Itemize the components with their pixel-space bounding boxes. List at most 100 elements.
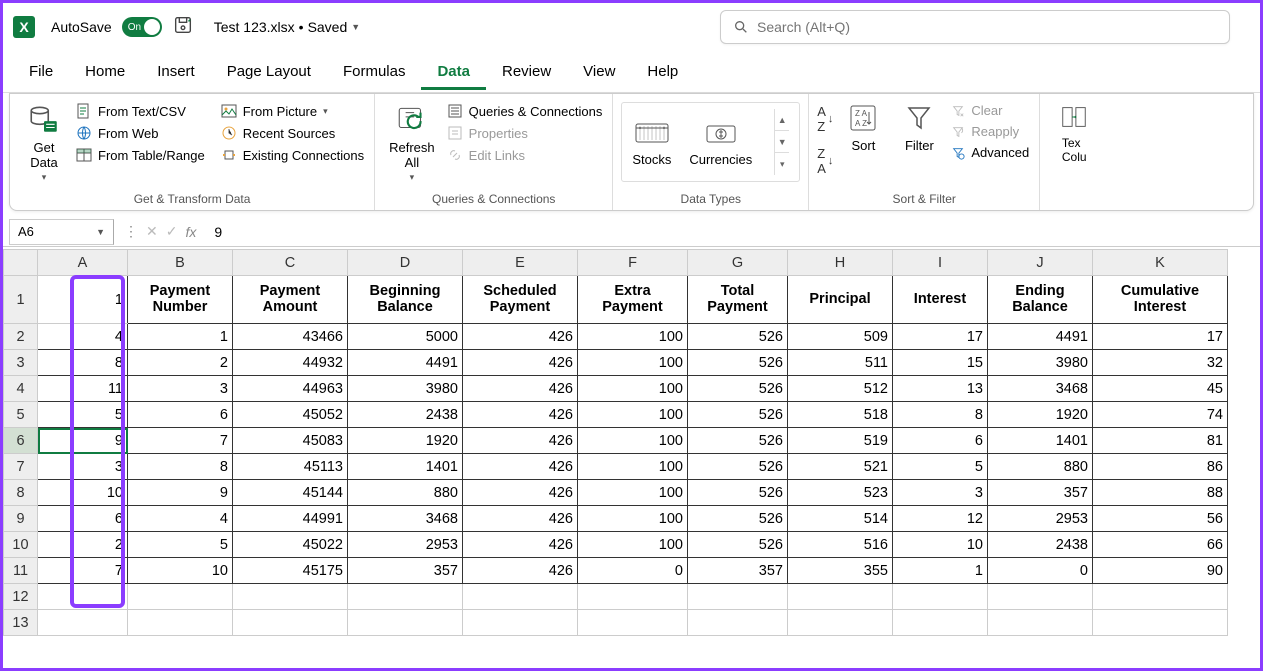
cell[interactable]: 426 <box>463 558 578 584</box>
cell[interactable]: 880 <box>348 480 463 506</box>
column-header[interactable]: G <box>688 250 788 276</box>
menu-file[interactable]: File <box>13 53 69 90</box>
column-header[interactable]: K <box>1093 250 1228 276</box>
cell[interactable]: 15 <box>893 350 988 376</box>
cell[interactable]: 426 <box>463 506 578 532</box>
formula-accept-icon[interactable]: ✓ <box>166 223 178 240</box>
cell[interactable]: 426 <box>463 454 578 480</box>
cell[interactable]: 8 <box>893 402 988 428</box>
cell[interactable]: 44991 <box>233 506 348 532</box>
currencies-data-type[interactable]: Currencies <box>689 118 752 167</box>
cell[interactable]: 526 <box>688 428 788 454</box>
row-header[interactable]: 10 <box>4 532 38 558</box>
cell[interactable]: 45144 <box>233 480 348 506</box>
row-header[interactable]: 7 <box>4 454 38 480</box>
cell[interactable]: 32 <box>1093 350 1228 376</box>
column-header[interactable]: F <box>578 250 688 276</box>
row-header[interactable]: 6 <box>4 428 38 454</box>
cell[interactable] <box>233 584 348 610</box>
advanced-filter-button[interactable]: Advanced <box>949 144 1031 161</box>
cell[interactable]: 3 <box>38 454 128 480</box>
cell[interactable]: 3468 <box>988 376 1093 402</box>
cell[interactable]: ScheduledPayment <box>463 276 578 324</box>
cell[interactable]: 2438 <box>988 532 1093 558</box>
cell[interactable]: 526 <box>688 324 788 350</box>
name-box[interactable]: A6▼ <box>9 219 114 245</box>
cell[interactable]: 17 <box>1093 324 1228 350</box>
cell[interactable]: 100 <box>578 428 688 454</box>
cell[interactable]: 56 <box>1093 506 1228 532</box>
row-header[interactable]: 3 <box>4 350 38 376</box>
cell[interactable]: 12 <box>893 506 988 532</box>
cell[interactable]: 426 <box>463 480 578 506</box>
cell[interactable]: 10 <box>893 532 988 558</box>
cell[interactable]: 0 <box>578 558 688 584</box>
cell[interactable] <box>463 584 578 610</box>
sort-button[interactable]: Z AA Z Sort <box>837 98 889 157</box>
cell[interactable]: 521 <box>788 454 893 480</box>
autosave-toggle[interactable]: On <box>122 17 162 37</box>
cell[interactable]: 3468 <box>348 506 463 532</box>
cell[interactable]: 514 <box>788 506 893 532</box>
row-header[interactable]: 8 <box>4 480 38 506</box>
cell[interactable]: 4491 <box>988 324 1093 350</box>
gallery-down[interactable]: ▼ <box>775 131 789 153</box>
cell[interactable] <box>128 584 233 610</box>
menu-review[interactable]: Review <box>486 53 567 90</box>
menu-home[interactable]: Home <box>69 53 141 90</box>
cell[interactable]: 45113 <box>233 454 348 480</box>
cell[interactable]: Principal <box>788 276 893 324</box>
cell[interactable] <box>233 610 348 636</box>
cell[interactable]: ExtraPayment <box>578 276 688 324</box>
cell[interactable] <box>128 610 233 636</box>
cell[interactable]: 100 <box>578 506 688 532</box>
cell[interactable]: 0 <box>988 558 1093 584</box>
column-header[interactable]: C <box>233 250 348 276</box>
cell[interactable]: 526 <box>688 376 788 402</box>
cell[interactable] <box>988 610 1093 636</box>
cell[interactable]: 8 <box>128 454 233 480</box>
cell[interactable]: 6 <box>128 402 233 428</box>
cell[interactable]: 10 <box>128 558 233 584</box>
cell[interactable] <box>578 610 688 636</box>
cell[interactable]: 100 <box>578 324 688 350</box>
cell[interactable]: 3980 <box>348 376 463 402</box>
search-box[interactable] <box>720 10 1230 44</box>
cell[interactable]: 100 <box>578 454 688 480</box>
menu-insert[interactable]: Insert <box>141 53 211 90</box>
cell[interactable]: 357 <box>988 480 1093 506</box>
stocks-data-type[interactable]: Stocks <box>632 118 671 167</box>
cell[interactable]: 880 <box>988 454 1093 480</box>
cell[interactable]: 45052 <box>233 402 348 428</box>
cell[interactable]: 74 <box>1093 402 1228 428</box>
cell[interactable] <box>688 584 788 610</box>
cell[interactable] <box>788 584 893 610</box>
cell[interactable] <box>788 610 893 636</box>
cell[interactable]: 3 <box>893 480 988 506</box>
cell[interactable]: 13 <box>893 376 988 402</box>
cell[interactable]: 100 <box>578 376 688 402</box>
file-name[interactable]: Test 123.xlsx • Saved ▼ <box>214 19 360 35</box>
cell[interactable] <box>348 610 463 636</box>
cell[interactable]: 5000 <box>348 324 463 350</box>
column-header[interactable]: I <box>893 250 988 276</box>
row-header[interactable]: 11 <box>4 558 38 584</box>
row-header[interactable]: 13 <box>4 610 38 636</box>
cell[interactable] <box>688 610 788 636</box>
cell[interactable]: 1 <box>38 276 128 324</box>
cell[interactable]: 518 <box>788 402 893 428</box>
cell[interactable]: 426 <box>463 402 578 428</box>
cell[interactable]: 66 <box>1093 532 1228 558</box>
cell[interactable]: 5 <box>893 454 988 480</box>
cell[interactable]: 5 <box>38 402 128 428</box>
queries-connections-button[interactable]: Queries & Connections <box>445 102 605 120</box>
formula-cancel-icon[interactable]: ✕ <box>146 223 158 240</box>
cell[interactable]: TotalPayment <box>688 276 788 324</box>
column-header[interactable]: E <box>463 250 578 276</box>
row-header[interactable]: 2 <box>4 324 38 350</box>
cell[interactable]: 426 <box>463 376 578 402</box>
cell[interactable]: 1 <box>893 558 988 584</box>
text-to-columns-button[interactable]: TexColu <box>1048 98 1100 168</box>
cell[interactable] <box>893 610 988 636</box>
cell[interactable]: 3 <box>128 376 233 402</box>
